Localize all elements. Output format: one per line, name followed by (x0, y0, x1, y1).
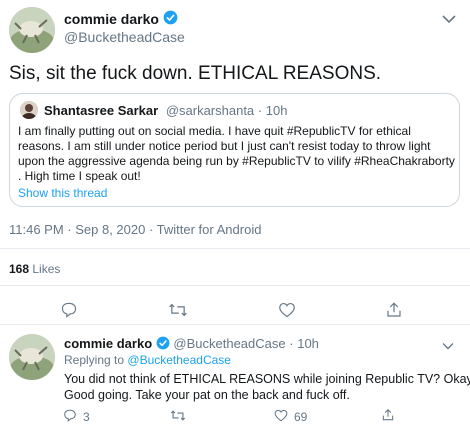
reply-share-button[interactable] (381, 408, 395, 425)
tweet-timestamp[interactable]: 11:46 PM · Sep 8, 2020 · Twitter for And… (9, 222, 261, 237)
quoted-line: upon the aggressive agenda being run by … (18, 154, 455, 168)
verified-badge-icon (163, 10, 178, 30)
divider (0, 248, 470, 249)
reply-dot: · (289, 336, 294, 351)
verified-badge-icon (156, 336, 170, 353)
reply-author-name[interactable]: commie darko (64, 336, 152, 351)
divider (0, 324, 470, 325)
quoted-line: I am finally putting out on social media… (18, 124, 411, 138)
author-handle[interactable]: @BucketheadCase (64, 29, 185, 45)
reply-retweet-button[interactable] (170, 409, 186, 425)
retweet-icon (170, 409, 186, 425)
like-count: 69 (294, 410, 308, 424)
replying-to-handle[interactable]: @BucketheadCase (127, 353, 231, 367)
reply-action-icon[interactable] (60, 302, 78, 323)
reply-text: You did not think of ETHICAL REASONS whi… (64, 371, 470, 403)
reply-like-button[interactable]: 69 (274, 409, 307, 425)
author-avatar[interactable] (9, 7, 55, 53)
quoted-line: . High time I speak out! (18, 169, 141, 183)
like-action-icon[interactable] (278, 302, 296, 323)
reply-count: 3 (83, 410, 90, 424)
divider (0, 285, 470, 286)
reply-line: You did not think of ETHICAL REASONS whi… (64, 372, 470, 386)
likes-count: 168 (9, 262, 30, 276)
quoted-line: reasons. I am still under notice period … (18, 139, 431, 153)
quoted-text: I am finally putting out on social media… (18, 124, 455, 184)
quoted-dot: · (257, 103, 263, 118)
heart-icon (274, 409, 288, 425)
tweet-text: Sis, sit the fuck down. ETHICAL REASONS. (9, 63, 382, 84)
reply-author-avatar[interactable] (9, 334, 55, 380)
reply-line: Good going. Take your pat on the back an… (64, 388, 350, 402)
reply-author-handle[interactable]: @BucketheadCase (173, 336, 285, 351)
reply-icon (63, 409, 77, 425)
likes-stat[interactable]: 168 Likes (9, 262, 60, 276)
quoted-author-name: Shantasree Sarkar (44, 103, 159, 118)
quoted-author-handle: @sarkarshanta (165, 103, 255, 118)
quoted-time: 10h (265, 103, 288, 118)
reply-time[interactable]: 10h (297, 336, 319, 351)
likes-label: Likes (32, 262, 61, 276)
more-options-icon[interactable] (440, 12, 458, 24)
show-thread-link[interactable]: Show this thread (18, 186, 107, 200)
share-action-icon[interactable] (385, 301, 403, 324)
replying-to-label: Replying to (64, 353, 125, 367)
share-icon (381, 408, 395, 425)
author-name[interactable]: commie darko (64, 11, 159, 27)
reply-more-options-icon[interactable] (440, 338, 456, 356)
quoted-author-avatar (20, 101, 38, 119)
reply-reply-button[interactable]: 3 (63, 409, 90, 425)
retweet-action-icon[interactable] (168, 302, 188, 323)
